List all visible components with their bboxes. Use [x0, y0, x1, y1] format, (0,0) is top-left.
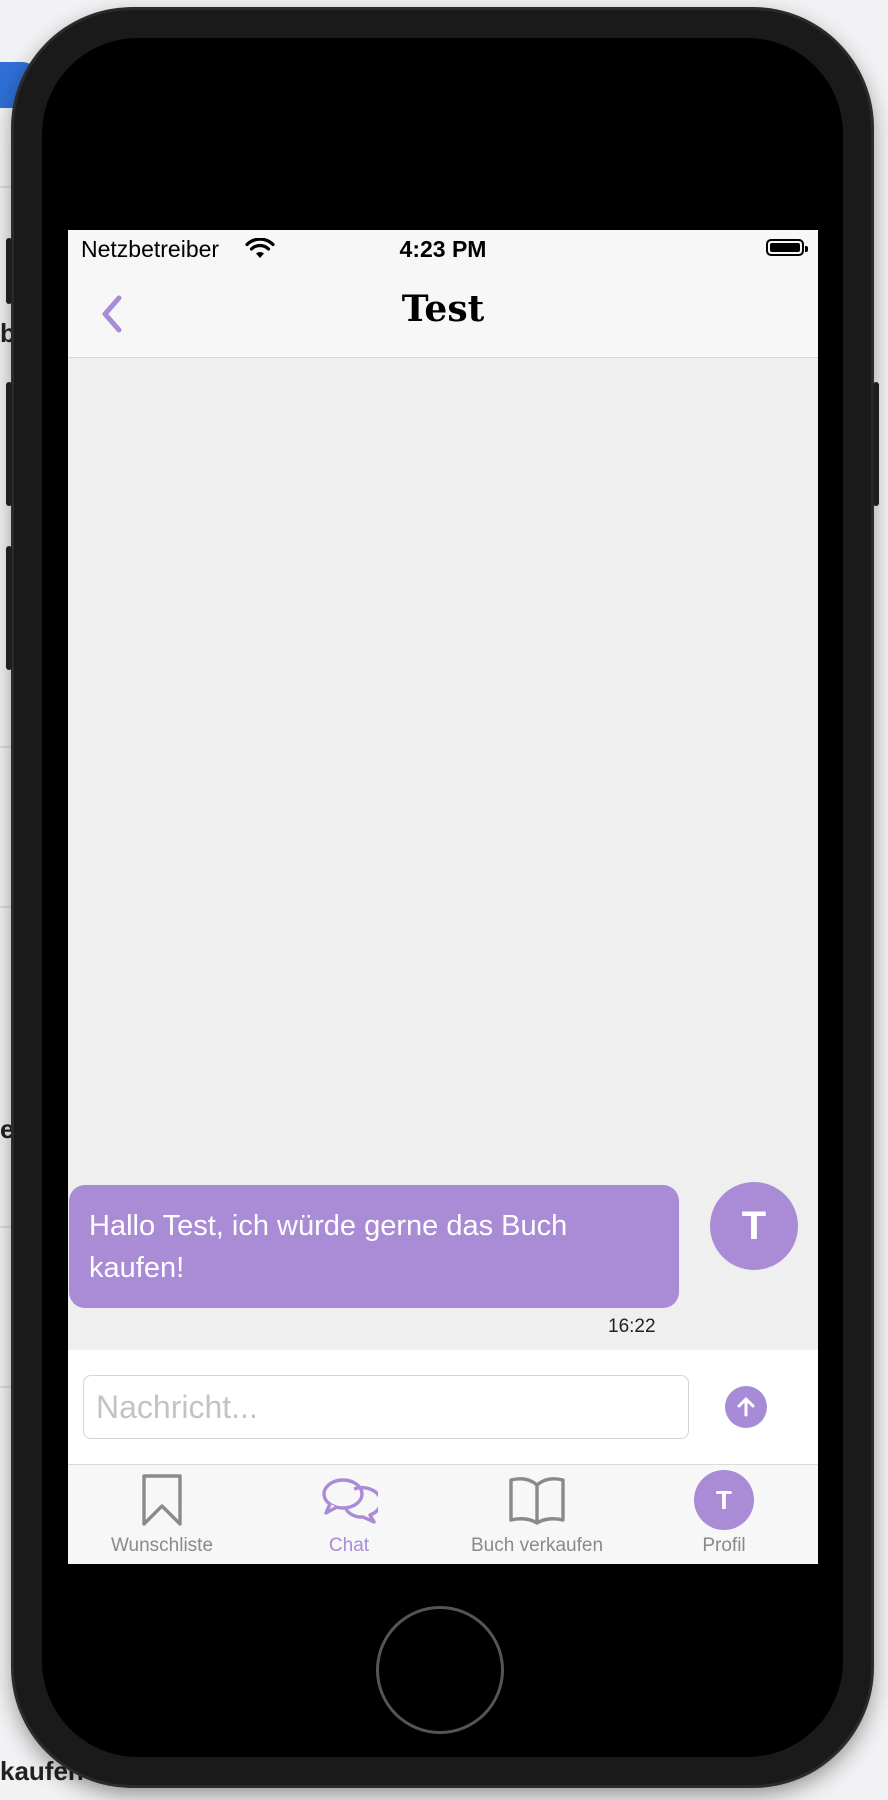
send-button[interactable]	[725, 1386, 767, 1428]
background-text-fragment: e	[0, 1114, 15, 1144]
open-book-icon	[509, 1477, 565, 1525]
mute-switch	[6, 238, 12, 304]
status-time: 4:23 PM	[399, 236, 487, 262]
chat-message-list[interactable]: Hallo Test, ich würde gerne das Buch kau…	[68, 358, 818, 1380]
message-timestamp: 16:22	[608, 1316, 656, 1337]
home-button[interactable]	[376, 1606, 504, 1734]
bookmark-icon	[142, 1474, 182, 1526]
message-bubble: Hallo Test, ich würde gerne das Buch kau…	[69, 1185, 679, 1308]
tab-label: Chat	[328, 1535, 370, 1556]
message-composer	[68, 1350, 818, 1464]
tab-label: Wunschliste	[110, 1535, 214, 1556]
volume-up-button	[6, 382, 12, 506]
arrow-up-icon	[737, 1397, 755, 1417]
power-button	[873, 382, 879, 506]
app-screen: Netzbetreiber 4:23 PM Test Hallo Test, i…	[68, 230, 818, 1564]
tab-profil[interactable]: T Profil	[630, 1465, 818, 1564]
battery-icon	[766, 239, 808, 256]
profile-avatar: T	[694, 1470, 754, 1530]
tab-chat[interactable]: Chat	[255, 1465, 443, 1564]
sender-avatar: T	[710, 1182, 798, 1270]
tab-buch-verkaufen[interactable]: Buch verkaufen	[443, 1465, 631, 1564]
chat-bubbles-icon	[322, 1478, 378, 1524]
page-title: Test	[401, 288, 485, 330]
tab-wunschliste[interactable]: Wunschliste	[68, 1465, 256, 1564]
navigation-bar: Test	[68, 270, 818, 358]
tab-label: Buch verkaufen	[470, 1535, 604, 1556]
message-input[interactable]	[83, 1375, 689, 1439]
tab-bar: Wunschliste Chat Buch verkaufen T Profil	[68, 1464, 818, 1564]
tab-label: Profil	[702, 1535, 746, 1556]
status-bar: Netzbetreiber 4:23 PM	[68, 230, 818, 270]
volume-down-button	[6, 546, 12, 670]
